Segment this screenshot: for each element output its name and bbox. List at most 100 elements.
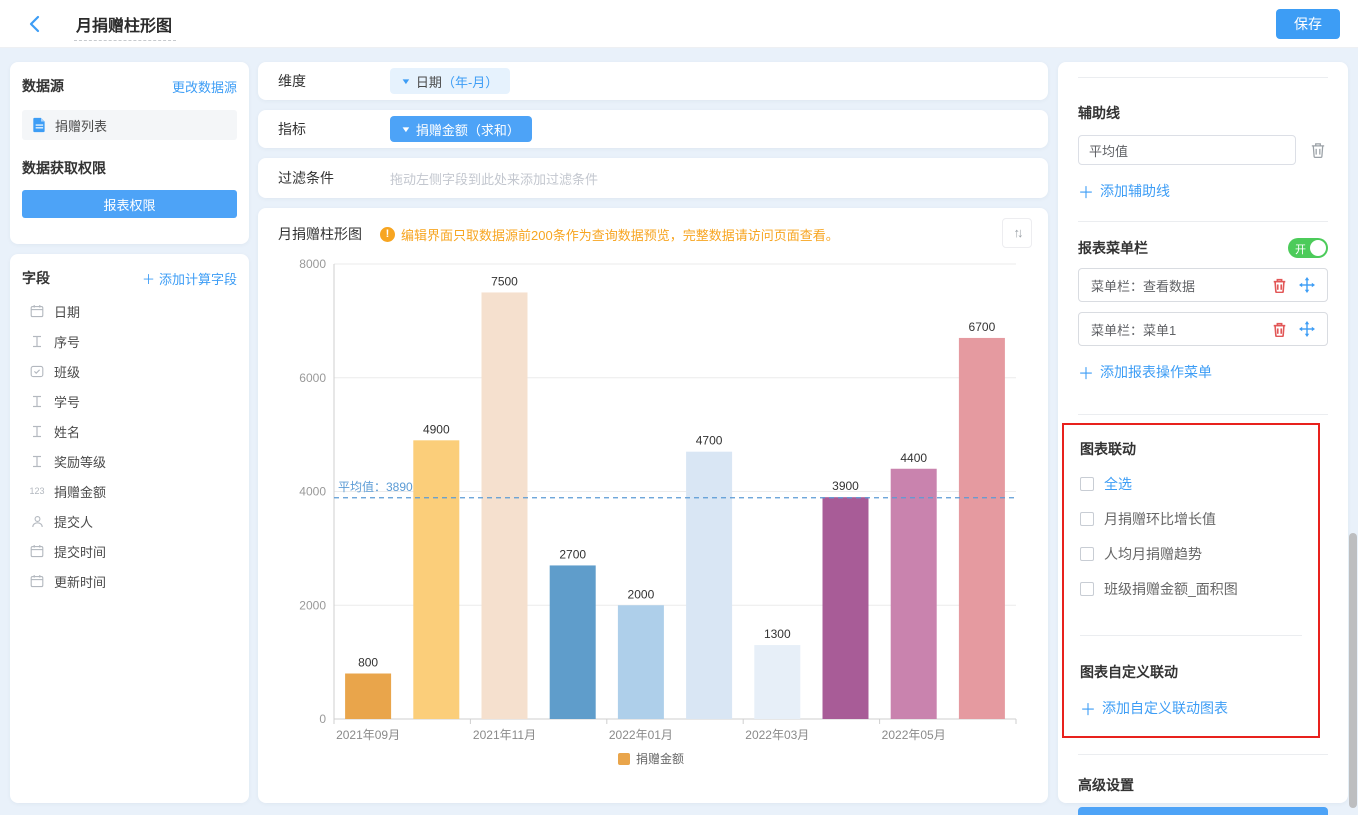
move-icon (1299, 321, 1315, 337)
permission-title: 数据获取权限 (22, 158, 237, 178)
move-icon (1299, 277, 1315, 293)
x-axis-tick-label: 2022年01月 (609, 728, 673, 742)
datasource-name: 捐赠列表 (55, 116, 107, 135)
trash-icon (1272, 322, 1287, 337)
person-icon (28, 515, 46, 528)
select-all-checkbox-row[interactable]: 全选 (1080, 474, 1302, 494)
bar-value-label: 3900 (832, 479, 859, 493)
field-list: 日期 序号 班级 学号 姓名 奖励等级 123 (22, 296, 237, 596)
bar-value-label: 7500 (491, 274, 518, 288)
move-menu-item-handle[interactable] (1299, 321, 1315, 337)
calendar-icon (28, 574, 46, 588)
document-icon (32, 117, 47, 133)
linkage-option-row[interactable]: 班级捐赠金额_面积图 (1080, 579, 1302, 599)
x-axis-tick-label: 2021年09月 (336, 728, 400, 742)
divider (1078, 77, 1328, 78)
filter-row[interactable]: 过滤条件 拖动左侧字段到此处来添加过滤条件 (258, 158, 1048, 198)
advanced-settings-button[interactable]: 设置 (1078, 807, 1328, 815)
number-icon: 123 (28, 486, 46, 496)
sort-button[interactable]: ↑↓ (1002, 218, 1032, 248)
field-item-select[interactable]: 班级 (22, 356, 237, 386)
calendar-icon (28, 544, 46, 558)
x-axis-tick-label: 2022年03月 (745, 728, 809, 742)
calendar-icon (28, 304, 46, 318)
metric-chip[interactable]: ▼ 捐赠金额（求和） (390, 116, 532, 142)
chart-editor-app: 月捐赠柱形图 保存 数据源 更改数据源 捐赠列表 数据获取权限 报表权限 字段 … (0, 0, 1358, 815)
add-calc-field-link[interactable]: ＋添加计算字段 (142, 269, 237, 288)
settings-panel: 辅助线 ＋添加辅助线 报表菜单栏 开 菜单栏：查看数据 菜 (1058, 62, 1348, 803)
save-button[interactable]: 保存 (1276, 9, 1340, 39)
toggle-knob (1310, 240, 1326, 256)
bar (345, 674, 391, 720)
divider (1078, 221, 1328, 222)
bar (959, 338, 1005, 719)
delete-aux-line-button[interactable] (1310, 142, 1326, 158)
add-report-menu-link[interactable]: ＋添加报表操作菜单 (1078, 360, 1328, 384)
bar-value-label: 4400 (900, 451, 927, 465)
linkage-option-row[interactable]: 人均月捐赠趋势 (1080, 544, 1302, 564)
bar (686, 452, 732, 719)
field-item-date[interactable]: 日期 (22, 296, 237, 326)
field-item-text[interactable]: 序号 (22, 326, 237, 356)
dimension-chip[interactable]: ▼ 日期（年-月） (390, 68, 510, 94)
add-custom-linkage-link[interactable]: ＋添加自定义联动图表 (1080, 696, 1302, 720)
move-menu-item-handle[interactable] (1299, 277, 1315, 293)
page-title[interactable]: 月捐赠柱形图 (74, 12, 176, 41)
aux-line-input[interactable] (1078, 135, 1296, 165)
fields-title: 字段 (22, 268, 50, 288)
delete-menu-item-button[interactable] (1272, 278, 1287, 293)
field-item-number[interactable]: 123 捐赠金额 (22, 476, 237, 506)
change-datasource-link[interactable]: 更改数据源 (172, 77, 237, 96)
bar (550, 565, 596, 719)
bar-value-label: 4900 (423, 422, 450, 436)
bar (413, 440, 459, 719)
legend-swatch (618, 753, 630, 765)
field-item-text[interactable]: 学号 (22, 386, 237, 416)
x-axis-tick-label: 2022年05月 (882, 728, 946, 742)
aux-line-title: 辅助线 (1078, 103, 1328, 123)
divider (1078, 414, 1328, 415)
linkage-option-row[interactable]: 月捐赠环比增长值 (1080, 509, 1302, 529)
field-item-text[interactable]: 姓名 (22, 416, 237, 446)
metric-row: 指标 ▼ 捐赠金额（求和） (258, 110, 1048, 148)
bar (482, 292, 528, 719)
y-axis-tick-label: 2000 (299, 598, 326, 612)
dimension-label: 维度 (278, 71, 390, 91)
checkbox-icon (1080, 477, 1094, 491)
bar-value-label: 800 (358, 656, 378, 670)
chevron-down-icon: ▼ (400, 77, 411, 86)
divider (1080, 635, 1302, 636)
checkbox-icon (1080, 582, 1094, 596)
menu-bar-toggle[interactable]: 开 (1288, 238, 1328, 258)
datasource-item[interactable]: 捐赠列表 (22, 110, 237, 140)
filter-dropzone-placeholder: 拖动左侧字段到此处来添加过滤条件 (390, 169, 598, 188)
delete-menu-item-button[interactable] (1272, 322, 1287, 337)
x-axis-tick-label: 2021年11月 (473, 728, 536, 742)
menu-bar-title: 报表菜单栏 (1078, 238, 1148, 258)
field-item-date[interactable]: 更新时间 (22, 566, 237, 596)
bar-value-label: 2700 (559, 547, 586, 561)
text-icon (28, 395, 46, 408)
y-axis-tick-label: 4000 (299, 485, 326, 499)
dimension-row: 维度 ▼ 日期（年-月） (258, 62, 1048, 100)
field-item-text[interactable]: 奖励等级 (22, 446, 237, 476)
bar (823, 497, 869, 719)
field-item-date[interactable]: 提交时间 (22, 536, 237, 566)
report-permission-button[interactable]: 报表权限 (22, 190, 237, 218)
menu-item-row: 菜单栏：查看数据 (1078, 268, 1328, 302)
trash-icon (1310, 142, 1326, 158)
field-item-person[interactable]: 提交人 (22, 506, 237, 536)
back-icon[interactable] (24, 13, 46, 35)
chart-title: 月捐赠柱形图 (278, 224, 362, 244)
text-icon (28, 455, 46, 468)
bar (891, 469, 937, 719)
datasource-panel: 数据源 更改数据源 捐赠列表 数据获取权限 报表权限 (10, 62, 249, 244)
add-aux-line-link[interactable]: ＋添加辅助线 (1078, 179, 1328, 203)
linkage-title: 图表联动 (1080, 439, 1302, 459)
plus-icon: ＋ (142, 272, 155, 287)
y-axis-tick-label: 0 (319, 712, 326, 726)
scrollbar-thumb[interactable] (1349, 533, 1357, 808)
fields-panel: 字段 ＋添加计算字段 日期 序号 班级 学号 姓名 (10, 254, 249, 803)
advanced-title: 高级设置 (1078, 775, 1328, 795)
plus-icon: ＋ (1080, 696, 1096, 720)
